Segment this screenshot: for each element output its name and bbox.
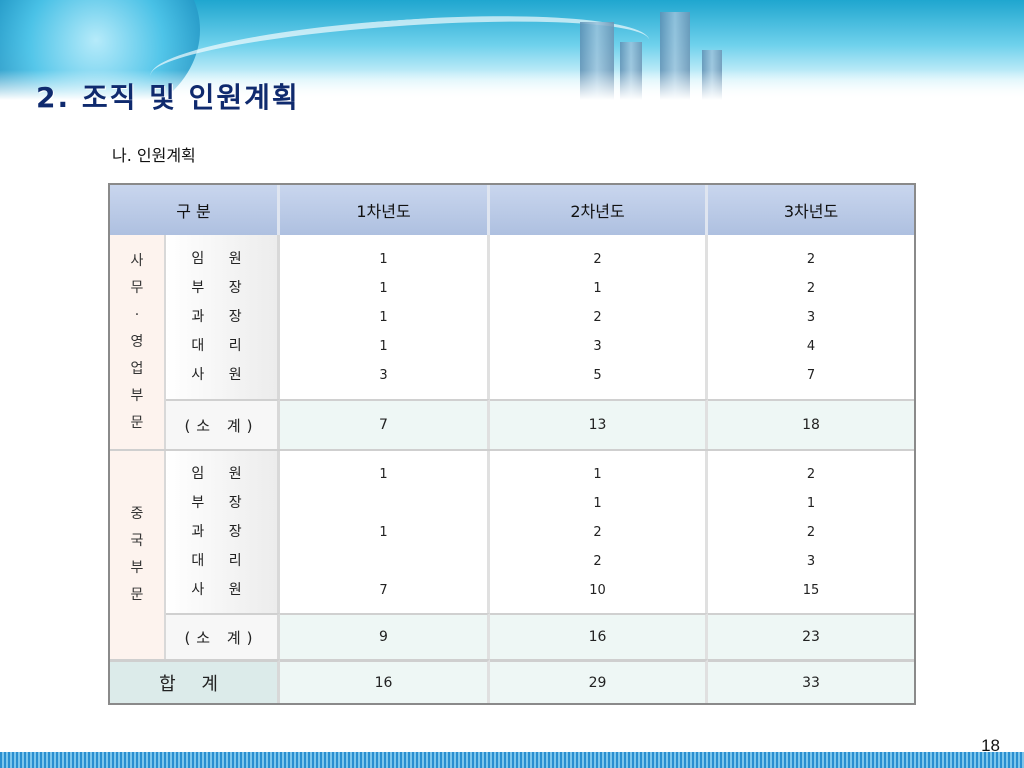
value-cell: 3 <box>806 553 816 569</box>
group-label-char: 영 <box>130 333 144 350</box>
value-cell: 2 <box>806 251 816 267</box>
role-list: 임 원 부 장 과 장 대 리 사 원 <box>166 235 280 399</box>
role-list: 임 원 부 장 과 장 대 리 사 원 <box>166 451 280 613</box>
year2-values: 1 1 2 2 10 <box>490 451 708 613</box>
group-label-char: 문 <box>130 587 144 603</box>
group-label-char: 중 <box>130 506 144 522</box>
subtotal-year2: 13 <box>490 399 708 449</box>
role-label: 대 리 <box>191 337 252 354</box>
value-cell: 2 <box>806 524 816 540</box>
role-label: 대 리 <box>191 552 252 569</box>
value-cell: 2 <box>593 251 602 267</box>
group-label-char: · <box>134 306 140 323</box>
value-cell: 3 <box>593 338 602 354</box>
header-year3: 3차년도 <box>708 185 914 235</box>
role-label: 과 장 <box>191 308 252 325</box>
group-label-sales: 사 무 · 영 업 부 문 <box>110 235 166 449</box>
value-cell: 1 <box>379 251 388 267</box>
staffing-table: 구 분 1차년도 2차년도 3차년도 사 무 · 영 업 부 문 임 원 부 장… <box>108 183 916 705</box>
value-cell: 3 <box>379 367 388 383</box>
value-cell: 1 <box>379 280 388 296</box>
subtotal-label: (소 계) <box>166 613 280 659</box>
slide-title: 2. 조직 및 인원계획 <box>36 81 300 114</box>
role-label: 임 원 <box>191 250 252 267</box>
subtotal-year3: 23 <box>708 613 914 659</box>
value-cell: 2 <box>806 280 816 296</box>
group-label-char: 업 <box>130 360 144 377</box>
group-label-char: 국 <box>130 533 144 549</box>
total-year2: 29 <box>490 659 708 703</box>
subtotal-year2: 16 <box>490 613 708 659</box>
group-label-china: 중 국 부 문 <box>110 451 166 659</box>
role-label: 부 장 <box>191 494 252 511</box>
group-label-char: 사 <box>130 252 144 269</box>
value-cell: 5 <box>593 367 602 383</box>
group-label-char: 무 <box>130 279 144 296</box>
footer-stripe <box>0 752 1024 768</box>
role-label: 과 장 <box>191 523 252 540</box>
value-cell: 1 <box>379 524 388 540</box>
subtotal-year3: 18 <box>708 399 914 449</box>
group-label-char: 부 <box>130 560 144 576</box>
value-cell: 1 <box>379 466 388 482</box>
value-cell: 2 <box>593 553 602 569</box>
header-category: 구 분 <box>110 185 280 235</box>
value-cell: 1 <box>806 495 816 511</box>
group-label-char: 문 <box>130 414 144 431</box>
value-cell: 1 <box>379 309 388 325</box>
header-year1: 1차년도 <box>280 185 490 235</box>
group-label-char: 부 <box>130 387 144 404</box>
role-label: 사 원 <box>191 366 252 383</box>
value-cell: 1 <box>593 495 602 511</box>
value-cell: 1 <box>379 338 388 354</box>
year2-values: 2 1 2 3 5 <box>490 235 708 399</box>
role-label: 부 장 <box>191 279 252 296</box>
value-cell: 1 <box>593 280 602 296</box>
section-subtitle: 나. 인원계획 <box>112 146 196 165</box>
value-cell: 2 <box>593 524 602 540</box>
role-label: 사 원 <box>191 581 252 598</box>
subtotal-year1: 7 <box>280 399 490 449</box>
year1-values: 1 1 1 1 3 <box>280 235 490 399</box>
value-cell: 15 <box>802 582 820 598</box>
role-label: 임 원 <box>191 465 252 482</box>
value-cell: 1 <box>593 466 602 482</box>
total-label: 합 계 <box>110 659 280 703</box>
value-cell: 7 <box>806 367 816 383</box>
header-year2: 2차년도 <box>490 185 708 235</box>
value-cell: 2 <box>806 466 816 482</box>
value-cell: 3 <box>806 309 816 325</box>
value-cell: 7 <box>379 582 388 598</box>
total-year3: 33 <box>708 659 914 703</box>
year3-values: 2 1 2 3 15 <box>708 451 914 613</box>
value-cell: 10 <box>589 582 606 598</box>
total-year1: 16 <box>280 659 490 703</box>
value-cell: 4 <box>806 338 816 354</box>
year3-values: 2 2 3 4 7 <box>708 235 914 399</box>
value-cell: 2 <box>593 309 602 325</box>
year1-values: 1 1 7 <box>280 451 490 613</box>
subtotal-year1: 9 <box>280 613 490 659</box>
subtotal-label: (소 계) <box>166 399 280 449</box>
